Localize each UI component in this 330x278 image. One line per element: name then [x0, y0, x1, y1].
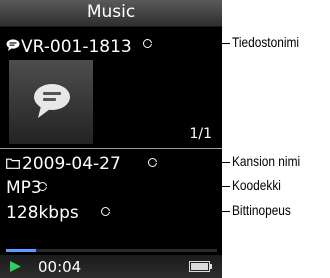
divider — [0, 148, 222, 149]
file-name: VR-001-1813 — [21, 37, 132, 57]
progress-fill — [6, 249, 36, 252]
item-counter: 1/1 — [189, 126, 212, 142]
progress-bar[interactable] — [6, 249, 217, 252]
callout-label-bitrate: Bittinopeus — [232, 202, 291, 218]
speech-bubble-icon — [34, 84, 70, 118]
battery-icon — [189, 261, 212, 272]
callout-label-file-name: Tiedostonimi — [232, 34, 300, 50]
callout-line-folder — [156, 162, 230, 163]
screen-title: Music — [0, 0, 222, 27]
elapsed-time: 00:04 — [38, 258, 82, 276]
bitrate: 128kbps — [6, 203, 79, 223]
status-bar: 00:04 — [0, 255, 222, 278]
folder-icon — [6, 154, 20, 169]
codec: MP3 — [6, 178, 42, 198]
callout-line-bitrate — [109, 211, 230, 212]
player-screen: Music VR-001-1813 1/1 2009-04-27 MP3 128… — [0, 0, 222, 278]
file-name-row: VR-001-1813 — [6, 36, 132, 57]
folder-date: 2009-04-27 — [22, 154, 121, 174]
folder-row: 2009-04-27 — [6, 154, 121, 174]
speech-bubble-icon — [6, 36, 20, 51]
play-icon — [10, 261, 21, 272]
thumbnail — [9, 60, 93, 144]
callout-line-codec — [46, 186, 230, 187]
callout-label-folder: Kansion nimi — [232, 153, 301, 169]
callout-label-codec: Koodekki — [232, 177, 281, 193]
callout-line-file-name — [151, 43, 230, 44]
